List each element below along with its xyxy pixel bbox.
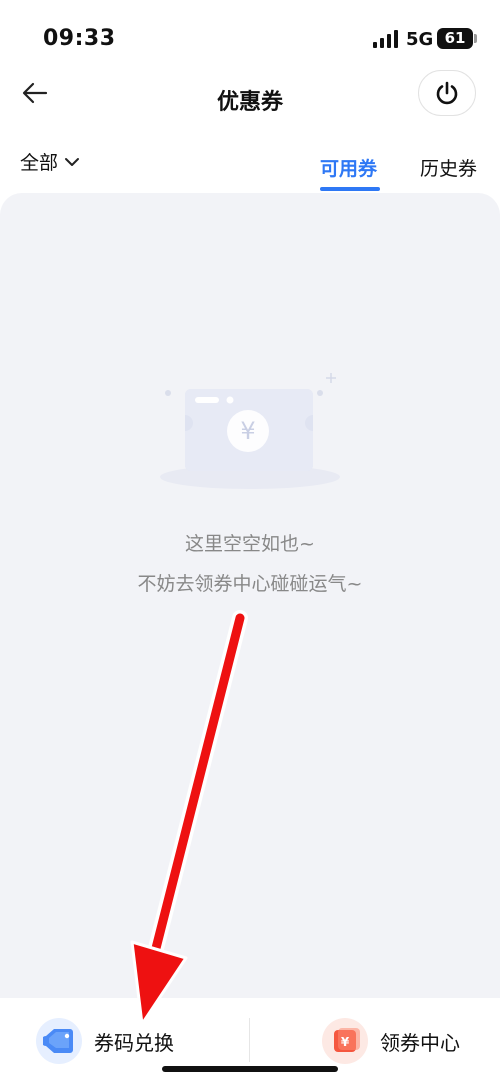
coupon-list-panel: ¥ 这里空空如也~ 不妨去领券中心碰碰运气~ <box>0 193 500 998</box>
bottom-bar-divider <box>249 1018 250 1062</box>
power-button[interactable] <box>418 70 476 116</box>
svg-text:¥: ¥ <box>341 1035 350 1049</box>
power-icon <box>436 81 458 105</box>
battery-nub <box>474 34 477 43</box>
status-time: 09:33 <box>43 26 116 51</box>
battery-icon: 61 <box>437 28 473 49</box>
empty-state-title: 这里空空如也~ <box>185 533 315 555</box>
active-tab-indicator <box>320 187 380 191</box>
chevron-down-icon <box>65 157 80 166</box>
tab-history-coupons[interactable]: 历史券 <box>420 154 477 181</box>
coupon-tag-icon <box>36 1018 82 1064</box>
coupon-center-label: 领券中心 <box>380 1030 460 1055</box>
signal-icon <box>373 30 398 48</box>
status-bar: 09:33 5G 61 <box>0 0 500 70</box>
coupon-center-button[interactable]: ¥ 领券中心 <box>322 1016 460 1066</box>
filter-dropdown[interactable]: 全部 <box>20 148 80 175</box>
bottom-action-bar: 券码兑换 ¥ 领券中心 <box>0 998 500 1083</box>
filter-tab-row: 全部 可用券 历史券 <box>0 140 500 192</box>
filter-dropdown-label: 全部 <box>20 152 59 174</box>
svg-text:¥: ¥ <box>240 417 255 445</box>
empty-state-subtitle: 不妨去领券中心碰碰运气~ <box>137 573 363 595</box>
home-indicator <box>162 1066 338 1072</box>
empty-coupon-illustration: ¥ <box>160 373 340 489</box>
coupon-code-exchange-button[interactable]: 券码兑换 <box>36 1016 174 1066</box>
coupon-center-icon: ¥ <box>322 1018 368 1064</box>
nav-bar: 优惠券 <box>0 70 500 130</box>
network-label: 5G <box>406 29 434 50</box>
tab-available-coupons[interactable]: 可用券 <box>320 154 377 181</box>
coupon-code-exchange-label: 券码兑换 <box>94 1030 174 1055</box>
